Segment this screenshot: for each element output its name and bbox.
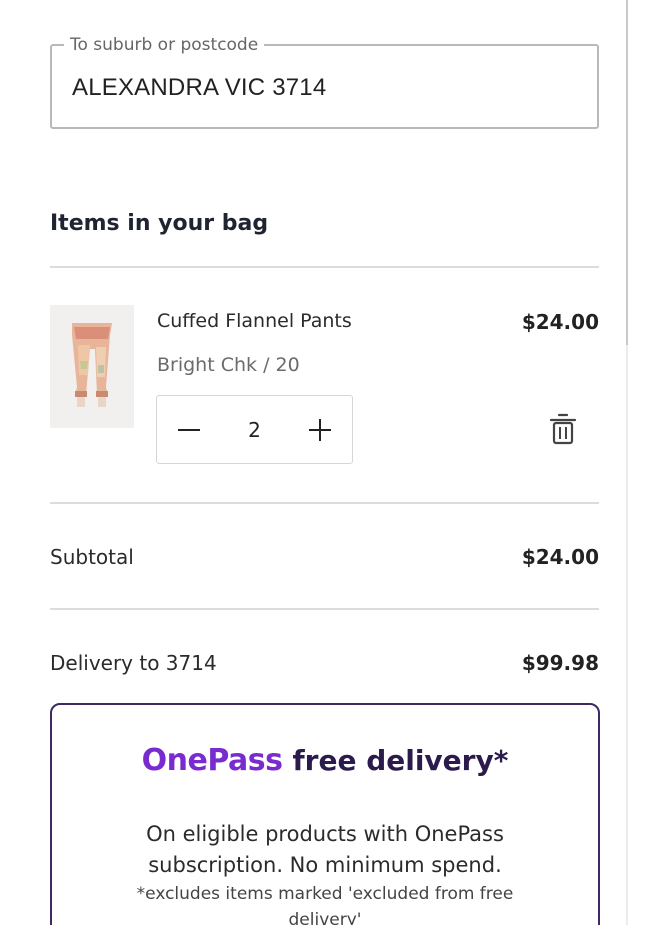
increase-quantity-button[interactable]	[290, 396, 350, 463]
product-name[interactable]: Cuffed Flannel Pants	[157, 310, 352, 332]
plus-icon	[309, 418, 331, 441]
decrease-quantity-button[interactable]	[159, 396, 219, 463]
product-thumbnail[interactable]	[50, 305, 134, 428]
divider	[50, 502, 599, 504]
onepass-logo: OnePass	[141, 743, 283, 778]
product-image	[50, 305, 134, 428]
quantity-value: 2	[248, 417, 261, 442]
divider	[50, 266, 599, 268]
subtotal-label: Subtotal	[50, 545, 134, 569]
delivery-value: $99.98	[521, 651, 599, 675]
onepass-headline: free delivery*	[292, 744, 509, 777]
product-price: $24.00	[521, 310, 599, 334]
bag-section-title: Items in your bag	[50, 211, 269, 236]
onepass-promo-card[interactable]: OnePass free delivery* On eligible produc…	[50, 703, 600, 925]
trash-icon	[549, 413, 577, 445]
quantity-stepper: 2	[156, 395, 353, 464]
minus-icon	[178, 428, 200, 431]
remove-item-button[interactable]	[548, 412, 578, 448]
product-variant: Bright Chk / 20	[157, 354, 300, 376]
delivery-label: Delivery to 3714	[50, 651, 217, 675]
onepass-heading: OnePass free delivery*	[52, 743, 598, 778]
postcode-field-label: To suburb or postcode	[64, 35, 265, 55]
subtotal-value: $24.00	[521, 545, 599, 569]
postcode-input[interactable]	[72, 74, 572, 102]
scrollbar-thumb[interactable]	[626, 0, 628, 345]
onepass-description: On eligible products with OnePass subscr…	[146, 822, 504, 877]
divider	[50, 608, 599, 610]
onepass-fine-print: *excludes items marked 'excluded from fr…	[136, 884, 514, 925]
postcode-field[interactable]: To suburb or postcode	[50, 35, 599, 129]
